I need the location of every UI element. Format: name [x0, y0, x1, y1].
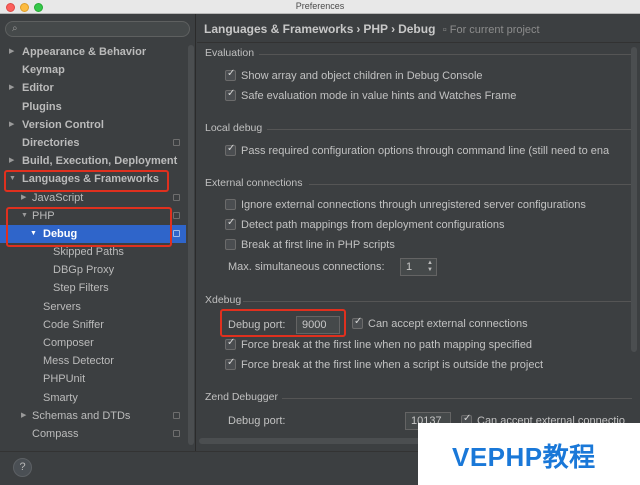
- sidebar-item-step-filters[interactable]: Step Filters: [0, 279, 186, 297]
- project-scope-icon: [173, 429, 180, 437]
- section-divider: [267, 129, 632, 130]
- project-scope-icon: [173, 211, 180, 219]
- expand-arrow-icon[interactable]: ▶: [21, 189, 26, 207]
- show-array-checkbox-row[interactable]: Show array and object children in Debug …: [225, 66, 483, 84]
- expand-arrow-icon[interactable]: ▶: [9, 152, 14, 170]
- stepper-arrows-icon[interactable]: ▲ ▼: [426, 260, 434, 274]
- xdebug-accept-external-checkbox-row[interactable]: Can accept external connections: [352, 314, 528, 332]
- sidebar-item-schemas-dtds[interactable]: ▶ Schemas and DTDs: [0, 407, 186, 425]
- project-scope-icon: [173, 229, 180, 237]
- break-first-line-checkbox[interactable]: [225, 239, 236, 250]
- sidebar-item-appearance-behavior[interactable]: ▶ Appearance & Behavior: [0, 43, 186, 61]
- evaluation-section-title: Evaluation: [205, 47, 255, 59]
- max-connections-label: Max. simultaneous connections:: [228, 261, 385, 273]
- force-break-no-mapping-checkbox[interactable]: [225, 335, 236, 351]
- detect-mappings-checkbox-row[interactable]: Detect path mappings from deployment con…: [225, 215, 505, 233]
- expand-arrow-icon[interactable]: ▶: [9, 43, 14, 61]
- external-connections-section-title: External connections: [205, 177, 303, 189]
- settings-tree: ▶ Appearance & Behavior Keymap ▶ Editor …: [0, 43, 186, 443]
- collapse-arrow-icon[interactable]: ▼: [21, 207, 28, 225]
- expand-arrow-icon[interactable]: ▶: [9, 79, 14, 97]
- header-divider: [197, 42, 640, 43]
- project-scope-icon: ▫: [442, 24, 447, 36]
- max-connections-spinner[interactable]: 1 ▲ ▼: [400, 258, 437, 276]
- sidebar-item-debug[interactable]: ▼ Debug: [0, 224, 186, 244]
- sidebar-item-build-execution-deployment[interactable]: ▶ Build, Execution, Deployment: [0, 152, 186, 170]
- pass-config-checkbox[interactable]: [225, 141, 236, 157]
- xdebug-accept-external-checkbox[interactable]: [352, 314, 363, 330]
- scope-note: ▫ For current project: [442, 24, 540, 36]
- force-break-outside-checkbox[interactable]: [225, 355, 236, 371]
- watermark: VEPHP教程: [418, 423, 640, 485]
- zend-debugger-section-title: Zend Debugger: [205, 391, 278, 403]
- xdebug-port-input[interactable]: 9000: [296, 316, 340, 334]
- sidebar-item-plugins[interactable]: Plugins: [0, 98, 186, 116]
- sidebar-item-languages-frameworks[interactable]: ▼ Languages & Frameworks: [0, 170, 186, 188]
- sidebar-scrollbar[interactable]: [188, 45, 194, 445]
- help-button[interactable]: ?: [13, 458, 32, 477]
- sidebar-item-skipped-paths[interactable]: Skipped Paths: [0, 243, 186, 261]
- sidebar-item-mess-detector[interactable]: Mess Detector: [0, 352, 186, 370]
- settings-sidebar: ⌕ ▶ Appearance & Behavior Keymap ▶ Edito…: [0, 14, 196, 451]
- project-scope-icon: [173, 411, 180, 419]
- section-divider: [282, 398, 632, 399]
- collapse-arrow-icon[interactable]: ▼: [9, 170, 16, 188]
- sidebar-item-directories[interactable]: Directories: [0, 134, 186, 152]
- safe-eval-checkbox[interactable]: [225, 86, 236, 102]
- collapse-arrow-icon[interactable]: ▼: [30, 225, 37, 243]
- sidebar-item-servers[interactable]: Servers: [0, 298, 186, 316]
- settings-content-panel: Languages & Frameworks › PHP › Debug ▫ For c…: [197, 14, 640, 451]
- sidebar-item-code-sniffer[interactable]: Code Sniffer: [0, 316, 186, 334]
- project-scope-icon: [173, 138, 180, 146]
- detect-mappings-checkbox[interactable]: [225, 215, 236, 231]
- title-bar: Preferences: [0, 0, 640, 14]
- section-divider: [259, 54, 632, 55]
- sidebar-item-phpunit[interactable]: PHPUnit: [0, 370, 186, 388]
- local-debug-section-title: Local debug: [205, 122, 263, 134]
- section-divider: [243, 301, 632, 302]
- section-divider: [309, 184, 632, 185]
- window-title: Preferences: [295, 1, 345, 11]
- ignore-external-checkbox[interactable]: [225, 199, 236, 210]
- settings-search-input[interactable]: ⌕: [5, 21, 190, 37]
- search-icon: ⌕: [12, 23, 18, 34]
- xdebug-port-label: Debug port:: [228, 319, 286, 331]
- show-array-checkbox[interactable]: [225, 66, 236, 82]
- force-break-outside-checkbox-row[interactable]: Force break at the first line when a scr…: [225, 355, 543, 373]
- sidebar-item-version-control[interactable]: ▶ Version Control: [0, 116, 186, 134]
- xdebug-section-title: Xdebug: [205, 294, 242, 306]
- expand-arrow-icon[interactable]: ▶: [9, 116, 14, 134]
- sidebar-item-javascript[interactable]: ▶ JavaScript: [0, 189, 186, 207]
- ignore-external-checkbox-row[interactable]: Ignore external connections through unre…: [225, 197, 586, 213]
- breadcrumb: Languages & Frameworks › PHP › Debug ▫ For c…: [204, 22, 540, 36]
- sidebar-item-smarty[interactable]: Smarty: [0, 389, 186, 407]
- sidebar-item-keymap[interactable]: Keymap: [0, 61, 186, 79]
- expand-arrow-icon[interactable]: ▶: [21, 407, 26, 425]
- sidebar-item-compass[interactable]: Compass: [0, 425, 186, 443]
- safe-eval-checkbox-row[interactable]: Safe evaluation mode in value hints and …: [225, 86, 516, 104]
- sidebar-item-dbgp-proxy[interactable]: DBGp Proxy: [0, 261, 186, 279]
- pass-config-checkbox-row[interactable]: Pass required configuration options thro…: [225, 141, 609, 159]
- zend-port-label: Debug port:: [228, 415, 286, 427]
- sidebar-item-php[interactable]: ▼ PHP: [0, 207, 186, 225]
- watermark-text: VEPHP教程: [452, 442, 596, 472]
- project-scope-icon: [173, 193, 180, 201]
- content-scrollbar[interactable]: [631, 47, 637, 352]
- sidebar-item-composer[interactable]: Composer: [0, 334, 186, 352]
- break-first-line-checkbox-row[interactable]: Break at first line in PHP scripts: [225, 237, 395, 253]
- force-break-no-mapping-checkbox-row[interactable]: Force break at the first line when no pa…: [225, 335, 532, 353]
- sidebar-item-editor[interactable]: ▶ Editor: [0, 79, 186, 97]
